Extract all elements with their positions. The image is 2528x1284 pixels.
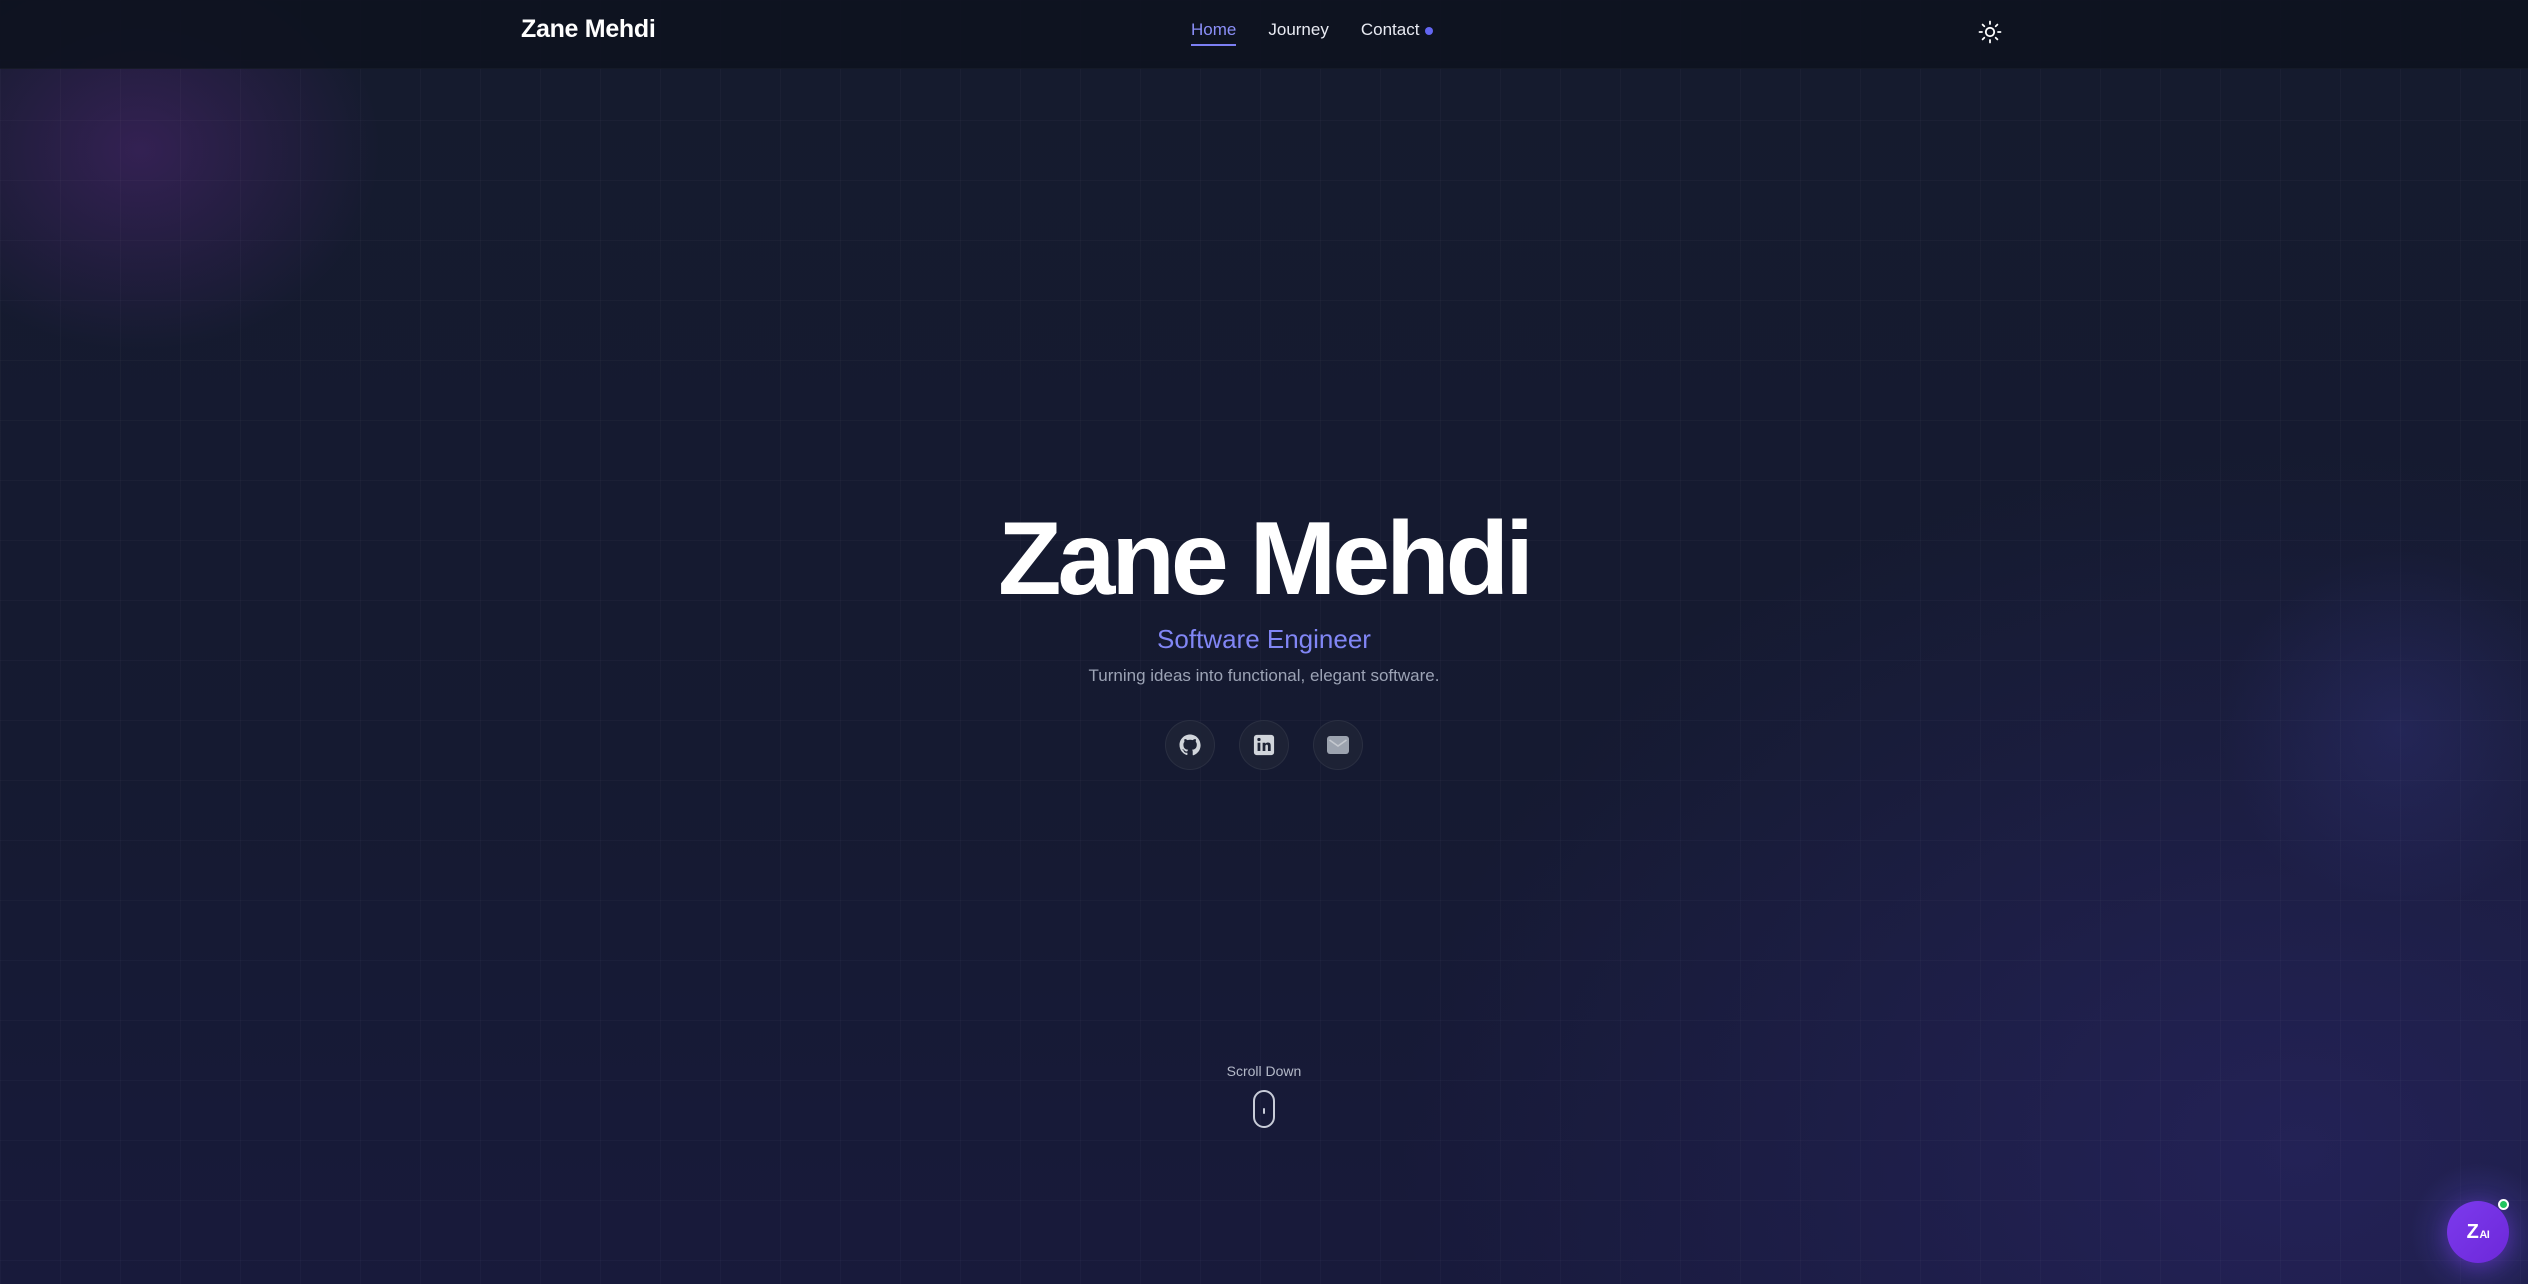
notification-dot: [1425, 27, 1434, 35]
nav-links: Home Journey Contact: [1191, 20, 1434, 46]
nav-item-home[interactable]: Home: [1191, 20, 1237, 46]
ai-assistant-button[interactable]: Z AI: [2447, 1199, 2509, 1263]
nav-item-journey[interactable]: Journey: [1268, 20, 1328, 46]
navbar: Zane Mehdi Home Journey Contact: [0, 0, 2528, 69]
theme-toggle-button[interactable]: [1975, 17, 2005, 47]
hero-name: Zane Mehdi: [997, 501, 1534, 617]
scroll-down-label: Scroll Down: [1226, 1063, 1302, 1079]
ai-label-main: Z: [2466, 1220, 2479, 1243]
hero-tagline: Turning ideas into functional, elegant s…: [1088, 666, 1440, 685]
online-status-dot: [2498, 1199, 2509, 1210]
ai-label-sub: AI: [2479, 1228, 2490, 1241]
email-button[interactable]: [1313, 720, 1363, 770]
hero-role: Software Engineer: [1157, 624, 1371, 654]
nav-item-contact[interactable]: Contact: [1361, 20, 1420, 46]
email-icon: [1327, 736, 1349, 754]
page: Zane Mehdi Home Journey Contact Zane Meh…: [0, 0, 2528, 1284]
ai-assistant-logo: Z AI: [2467, 1221, 2490, 1244]
linkedin-icon: [1253, 734, 1275, 756]
mouse-icon[interactable]: [1253, 1090, 1275, 1128]
social-links: [1165, 720, 1363, 770]
linkedin-button[interactable]: [1239, 720, 1289, 770]
sun-icon: [1978, 20, 2002, 44]
mouse-wheel: [1263, 1108, 1265, 1114]
github-icon: [1179, 734, 1201, 756]
brand-logo[interactable]: Zane Mehdi: [521, 15, 656, 44]
github-button[interactable]: [1165, 720, 1215, 770]
nav-item-contact-wrap: Contact: [1361, 20, 1434, 46]
